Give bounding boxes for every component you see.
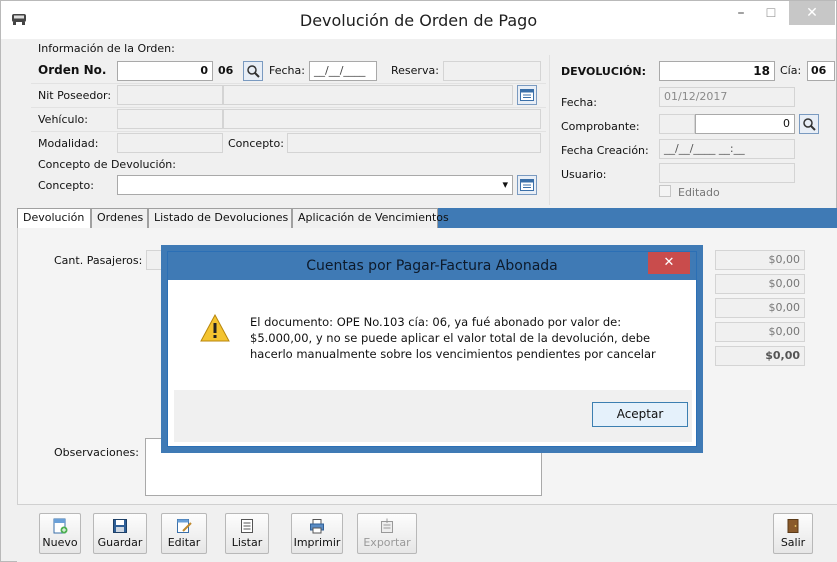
message-dialog: Cuentas por Pagar-Factura Abonada ✕ El d… [167, 251, 697, 447]
bottom-toolbar: Nuevo Guardar Editar Listar Imprimir Exp… [17, 504, 837, 562]
export-icon [381, 518, 393, 533]
cia-label: Cía: [780, 64, 802, 77]
orden-cia-value: 06 [218, 64, 234, 77]
cia-input[interactable]: 06 [807, 61, 835, 81]
dev-fecha-field: 01/12/2017 [659, 87, 795, 107]
dialog-message-line: El documento: OPE No.103 cía: 06, ya fué… [250, 315, 622, 329]
salir-button[interactable]: Salir [773, 513, 813, 554]
tab-devolucion[interactable]: Devolución [17, 208, 91, 229]
amount-field: $0,00 [715, 298, 805, 318]
exportar-label: Exportar [363, 536, 411, 549]
amount-field: $0,00 [715, 274, 805, 294]
orden-number-input[interactable]: 0 [117, 61, 213, 81]
info-section-label: Información de la Orden: [38, 42, 175, 55]
amount-field: $0,00 [715, 322, 805, 342]
fecha-creacion-label: Fecha Creación: [561, 144, 649, 157]
concepto2-label: Concepto: [38, 179, 94, 192]
reserva-input [443, 61, 541, 81]
vehiculo-label: Vehículo: [38, 113, 88, 126]
dialog-message-line: hacerlo manualmente sobre los vencimient… [250, 347, 656, 361]
maximize-button[interactable]: ☐ [756, 1, 786, 25]
tab-listado-devoluciones[interactable]: Listado de Devoluciones [148, 208, 292, 228]
guardar-button[interactable]: Guardar [93, 513, 147, 554]
dev-fecha-label: Fecha: [561, 96, 597, 109]
form-icon [520, 89, 534, 101]
usuario-field [659, 163, 795, 183]
nuevo-button[interactable]: Nuevo [39, 513, 81, 554]
tab-strip: Devolución Ordenes Listado de Devolucion… [17, 208, 837, 229]
guardar-label: Guardar [97, 536, 143, 549]
fecha-creacion-field: __/__/____ __:__ [659, 139, 795, 159]
total-field: $0,00 [715, 346, 805, 366]
concepto-dropdown[interactable]: ▾ [117, 175, 513, 195]
cant-pasajeros-label: Cant. Pasajeros: [54, 254, 143, 267]
editar-button[interactable]: Editar [161, 513, 207, 554]
search-icon [247, 65, 260, 78]
editar-label: Editar [167, 536, 201, 549]
minimize-button[interactable]: – [726, 1, 756, 25]
devolucion-label: DEVOLUCIÓN: [561, 65, 646, 78]
nuevo-label: Nuevo [42, 536, 78, 549]
aceptar-button[interactable]: Aceptar [592, 402, 688, 427]
concepto-field [287, 133, 541, 153]
salir-label: Salir [780, 536, 806, 549]
form-icon [520, 179, 534, 191]
dialog-close-button[interactable]: ✕ [648, 252, 690, 274]
editado-label: Editado [678, 186, 720, 199]
dialog-title: Cuentas por Pagar-Factura Abonada [306, 258, 558, 274]
dialog-footer: Aceptar [174, 390, 692, 442]
fecha-label: Fecha: [269, 64, 305, 77]
nit-input [117, 85, 223, 105]
dialog-message-line: $5.000,00, y no se puede aplicar el valo… [250, 331, 651, 345]
dialog-message: El documento: OPE No.103 cía: 06, ya fué… [250, 314, 680, 362]
printer-icon [310, 519, 324, 534]
dialog-body: El documento: OPE No.103 cía: 06, ya fué… [174, 280, 692, 390]
listar-label: Listar [231, 536, 263, 549]
fecha-input[interactable]: __/__/____ [309, 61, 377, 81]
close-button[interactable]: ✕ [789, 1, 835, 25]
save-icon [113, 519, 127, 533]
list-icon [241, 519, 253, 533]
new-document-icon [53, 518, 68, 534]
devolucion-number-input[interactable]: 18 [659, 61, 775, 81]
vehiculo-desc-field [223, 109, 541, 129]
reserva-label: Reserva: [391, 64, 439, 77]
modalidad-input [117, 133, 223, 153]
editado-checkbox[interactable] [659, 185, 671, 197]
chevron-down-icon: ▾ [502, 178, 508, 191]
imprimir-button[interactable]: Imprimir [291, 513, 343, 554]
exportar-button[interactable]: Exportar [357, 513, 417, 554]
usuario-label: Usuario: [561, 168, 607, 181]
warning-icon [200, 313, 230, 342]
search-orden-button[interactable] [243, 61, 263, 81]
listar-button[interactable]: Listar [225, 513, 269, 554]
window-title: Devolución de Orden de Pago [299, 11, 538, 30]
nit-detail-button[interactable] [517, 85, 537, 105]
exit-door-icon [787, 519, 799, 533]
nit-name-field [223, 85, 513, 105]
amount-field: $0,00 [715, 250, 805, 270]
concepto-devolucion-label: Concepto de Devolución: [38, 158, 176, 171]
dialog-title-bar: Cuentas por Pagar-Factura Abonada ✕ [168, 252, 696, 280]
search-icon [803, 118, 816, 131]
modalidad-label: Modalidad: [38, 137, 99, 150]
comprobante-input[interactable]: 0 [695, 114, 795, 134]
search-comprobante-button[interactable] [799, 114, 819, 134]
vehiculo-input [117, 109, 223, 129]
concepto-detail-button[interactable] [517, 175, 537, 195]
divider [31, 107, 546, 108]
observaciones-label: Observaciones: [54, 446, 139, 459]
tab-aplicacion-vencimientos[interactable]: Aplicación de Vencimientos [292, 208, 449, 228]
nit-label: Nit Poseedor: [38, 89, 112, 102]
edit-icon [177, 519, 192, 533]
divider [31, 83, 546, 84]
tab-ordenes[interactable]: Ordenes [91, 208, 148, 228]
comprobante-type-field [659, 114, 695, 134]
divider [31, 131, 546, 132]
orden-label: Orden No. [38, 63, 107, 77]
comprobante-label: Comprobante: [561, 120, 640, 133]
title-bar: Devolución de Orden de Pago – ☐ ✕ [1, 1, 836, 39]
concepto-label: Concepto: [228, 137, 284, 150]
imprimir-label: Imprimir [293, 536, 341, 549]
